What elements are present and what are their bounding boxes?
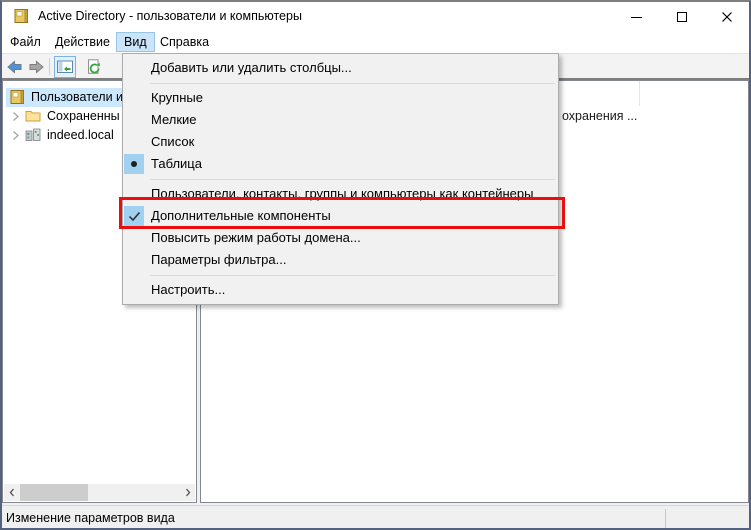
menu-item-raise-domain-level[interactable]: Повысить режим работы домена... <box>123 227 558 249</box>
horizontal-scrollbar[interactable] <box>4 484 195 501</box>
directory-book-icon <box>10 89 26 105</box>
radio-selected-badge <box>124 154 144 174</box>
close-button[interactable] <box>704 2 749 32</box>
directory-book-icon <box>14 8 30 24</box>
menu-action[interactable]: Действие <box>48 32 117 52</box>
menu-item-filter-options[interactable]: Параметры фильтра... <box>123 249 558 271</box>
menu-item-small-icons[interactable]: Мелкие <box>123 109 558 131</box>
scrollbar-thumb[interactable] <box>20 484 88 501</box>
maximize-icon <box>677 12 687 22</box>
menu-item-add-remove-columns[interactable]: Добавить или удалить столбцы... <box>123 57 558 79</box>
back-button[interactable] <box>4 57 24 77</box>
forward-button[interactable] <box>26 57 46 77</box>
menu-item-detail[interactable]: Таблица <box>123 153 558 175</box>
tree-item-label: Пользователи и <box>31 88 123 107</box>
menu-file[interactable]: Файл <box>3 32 48 52</box>
app-window: Active Directory - пользователи и компью… <box>0 0 751 530</box>
view-menu-dropdown: Добавить или удалить столбцы... Крупные … <box>122 53 559 305</box>
menu-item-label: Дополнительные компоненты <box>151 208 331 223</box>
scroll-left-arrow-icon[interactable] <box>4 484 19 501</box>
maximize-button[interactable] <box>659 2 704 32</box>
back-icon <box>6 59 23 75</box>
forward-icon <box>28 59 45 75</box>
menubar: Файл Действие Вид Справка <box>0 32 751 53</box>
tree-item-label: Сохраненны <box>47 107 120 126</box>
radio-dot-icon <box>131 161 137 167</box>
toolbar-separator <box>49 58 50 75</box>
statusbar-divider <box>665 509 666 528</box>
minimize-button[interactable] <box>614 2 659 32</box>
refresh-button[interactable] <box>84 57 104 77</box>
menu-item-label: Таблица <box>151 156 202 171</box>
chevron-right-icon[interactable] <box>12 130 20 141</box>
tree-item-label: indeed.local <box>47 126 114 145</box>
checkmark-icon <box>128 211 141 222</box>
chevron-right-icon[interactable] <box>12 111 20 122</box>
menu-view[interactable]: Вид <box>116 32 155 52</box>
statusbar: Изменение параметров вида <box>0 505 751 530</box>
menu-separator <box>150 275 555 276</box>
menu-help[interactable]: Справка <box>153 32 216 52</box>
list-row-partial[interactable]: охранения ... <box>562 108 637 124</box>
window-title: Active Directory - пользователи и компью… <box>38 0 302 32</box>
menu-item-users-as-containers[interactable]: Пользователи, контакты, группы и компьют… <box>123 183 558 205</box>
close-icon <box>721 11 733 23</box>
checkmark-badge <box>124 206 144 226</box>
menu-separator <box>150 83 555 84</box>
folder-icon <box>25 108 41 124</box>
column-header-divider[interactable] <box>639 81 640 106</box>
menu-item-large-icons[interactable]: Крупные <box>123 87 558 109</box>
show-console-tree-icon <box>57 60 73 74</box>
menu-item-advanced-features[interactable]: Дополнительные компоненты <box>123 205 558 227</box>
menu-separator <box>150 179 555 180</box>
scroll-right-arrow-icon[interactable] <box>180 484 195 501</box>
domain-icon <box>25 127 41 143</box>
window-controls <box>614 2 749 32</box>
titlebar: Active Directory - пользователи и компью… <box>0 0 751 32</box>
menu-item-customize[interactable]: Настроить... <box>123 279 558 301</box>
menu-item-list[interactable]: Список <box>123 131 558 153</box>
minimize-icon <box>631 17 642 18</box>
refresh-icon <box>86 59 102 75</box>
status-text: Изменение параметров вида <box>6 506 175 530</box>
show-console-tree-button[interactable] <box>54 56 76 78</box>
